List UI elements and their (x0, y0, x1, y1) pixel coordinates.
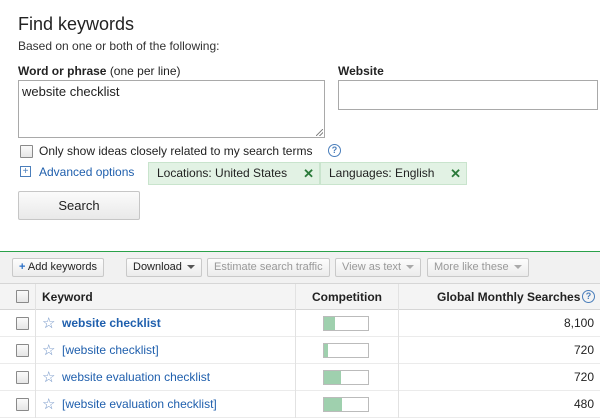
gms-value: 720 (573, 370, 594, 384)
competition-bar (323, 397, 369, 412)
only-show-checkbox[interactable] (20, 145, 33, 158)
download-label: Download (133, 261, 182, 273)
table-row: ☆ website checklist 8,100 (0, 310, 600, 337)
search-button[interactable]: Search (18, 191, 140, 220)
keyword-link[interactable]: [website checklist] (62, 343, 159, 357)
phrase-hint: (one per line) (109, 64, 181, 78)
competition-fill (324, 317, 335, 330)
competition-fill (324, 371, 341, 384)
competition-column-header[interactable]: Competition (312, 290, 382, 304)
phrase-textarea[interactable]: website checklist (18, 80, 325, 138)
column-divider (295, 284, 296, 418)
website-input[interactable] (338, 80, 598, 110)
competition-fill (324, 344, 328, 357)
remove-location-icon[interactable]: ✕ (303, 163, 314, 184)
help-icon[interactable]: ? (328, 144, 341, 157)
competition-bar (323, 370, 369, 385)
language-chip-label: Languages: English (329, 166, 435, 180)
keyword-link[interactable]: website evaluation checklist (62, 370, 210, 384)
competition-bar (323, 343, 369, 358)
keyword-link[interactable]: website checklist (62, 316, 161, 330)
location-chip[interactable]: Locations: United States ✕ (148, 162, 320, 185)
table-row: ☆ website evaluation checklist 720 (0, 364, 600, 391)
phrase-label-text: Word or phrase (18, 64, 107, 78)
chevron-down-icon (406, 265, 415, 270)
table-row: ☆ [website evaluation checklist] 480 (0, 391, 600, 418)
column-divider (35, 284, 36, 418)
chevron-down-icon (186, 265, 195, 270)
location-chip-label: Locations: United States (157, 166, 288, 180)
resize-grip-icon[interactable] (316, 129, 323, 136)
help-icon[interactable]: ? (582, 290, 595, 303)
gms-value: 720 (573, 343, 594, 357)
select-all-checkbox[interactable] (16, 290, 29, 303)
view-as-text-label: View as text (342, 261, 402, 273)
plus-icon: + (19, 261, 26, 273)
phrase-value: website checklist (22, 84, 120, 99)
star-icon[interactable]: ☆ (42, 368, 55, 386)
keyword-column-header[interactable]: Keyword (42, 290, 93, 304)
more-like-these-label: More like these (434, 261, 509, 273)
remove-language-icon[interactable]: ✕ (450, 163, 461, 184)
competition-fill (324, 398, 342, 411)
competition-bar (323, 316, 369, 331)
row-checkbox[interactable] (16, 398, 29, 411)
phrase-label: Word or phrase (one per line) (18, 64, 181, 78)
results-toolbar: + Add keywords Download Estimate search … (0, 252, 600, 284)
add-keywords-label: Add keywords (27, 261, 97, 273)
star-icon[interactable]: ☆ (42, 341, 55, 359)
row-checkbox[interactable] (16, 371, 29, 384)
only-show-label: Only show ideas closely related to my se… (39, 144, 313, 158)
advanced-options-link[interactable]: Advanced options (39, 165, 134, 179)
subtitle: Based on one or both of the following: (18, 39, 220, 53)
table-row: ☆ [website checklist] 720 (0, 337, 600, 364)
language-chip[interactable]: Languages: English ✕ (320, 162, 467, 185)
estimate-traffic-button[interactable]: Estimate search traffic (207, 258, 330, 277)
website-label: Website (338, 64, 384, 78)
download-button[interactable]: Download (126, 258, 202, 277)
page-title: Find keywords (18, 14, 135, 34)
more-like-these-button[interactable]: More like these (427, 258, 529, 277)
star-icon[interactable]: ☆ (42, 395, 55, 413)
table-header: Keyword Competition Global Monthly Searc… (0, 284, 600, 310)
row-checkbox[interactable] (16, 317, 29, 330)
gms-value: 8,100 (563, 316, 594, 330)
chevron-down-icon (513, 265, 522, 270)
add-keywords-button[interactable]: + Add keywords (12, 258, 104, 277)
view-as-text-button[interactable]: View as text (335, 258, 422, 277)
gms-value: 480 (573, 397, 594, 411)
row-checkbox[interactable] (16, 344, 29, 357)
keyword-link[interactable]: [website evaluation checklist] (62, 397, 217, 411)
column-divider (398, 284, 399, 418)
find-keywords-panel: Find keywords Based on one or both of th… (0, 0, 600, 252)
star-icon[interactable]: ☆ (42, 314, 55, 332)
gms-column-header[interactable]: Global Monthly Searches (437, 290, 580, 304)
expand-plus-icon[interactable]: + (20, 166, 31, 177)
